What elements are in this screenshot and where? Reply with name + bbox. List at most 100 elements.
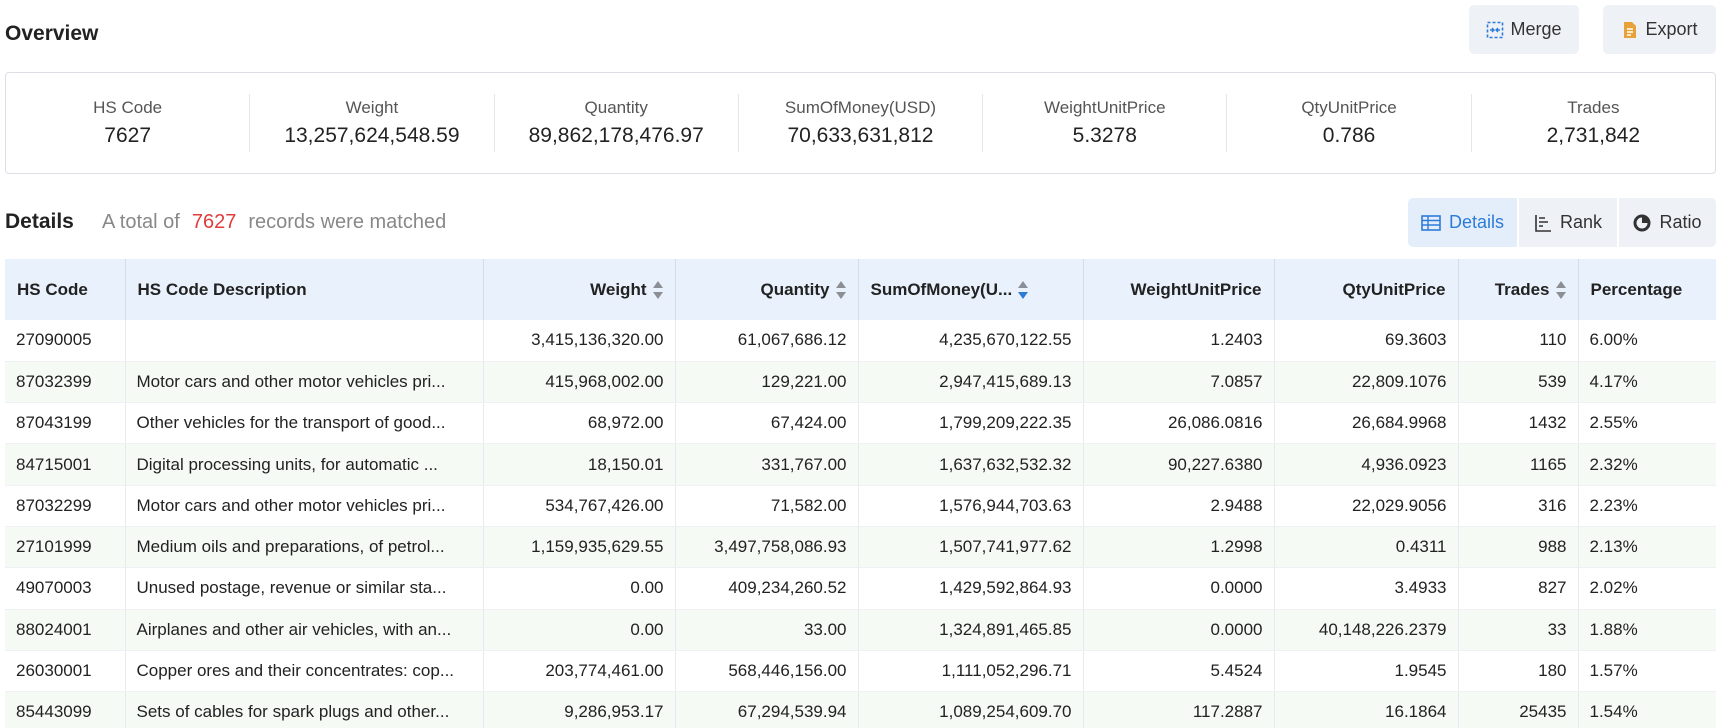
cell-trades: 539 [1458,361,1579,404]
summary-label: Weight [345,98,399,117]
top-bar: Overview Merge Export [0,0,1722,66]
table-row[interactable]: 87043199 Other vehicles for the transpor… [5,402,1716,445]
column-header-percentage: Percentage [1578,259,1716,320]
cell-qty-unit-price: 69.3603 [1274,320,1459,362]
table-row[interactable]: 87032399 Motor cars and other motor vehi… [5,361,1716,404]
sort-icon[interactable] [652,281,663,300]
column-header-hs-code: HS Code [5,259,126,320]
details-title: Details [5,210,74,233]
summary-label: Quantity [584,98,648,117]
table-row[interactable]: 85443099 Sets of cables for spark plugs … [5,691,1716,728]
cell-qty-unit-price: 4,936.0923 [1274,443,1459,486]
table-row[interactable]: 87032299 Motor cars and other motor vehi… [5,485,1716,527]
cell-percentage: 2.13% [1578,526,1716,569]
view-rank-label: Rank [1559,212,1603,232]
cell-sum-of-money: 1,324,891,465.85 [858,609,1084,651]
records-prefix: A total of [102,211,180,233]
cell-description: Motor cars and other motor vehicles pri.… [125,485,484,527]
view-details-label: Details [1448,212,1505,232]
column-header-weight-unit-price: WeightUnitPrice [1083,259,1275,320]
cell-trades: 33 [1458,609,1579,651]
details-table: HS Code HS Code Description Weight Quant… [5,259,1716,728]
table-row[interactable]: 27101999 Medium oils and preparations, o… [5,526,1716,569]
summary-label: SumOfMoney(USD) [784,98,937,117]
cell-qty-unit-price: 3.4933 [1274,567,1459,610]
cell-hs-code: 49070003 [5,567,126,610]
cell-weight-unit-price: 0.0000 [1083,609,1275,651]
cell-weight-unit-price: 5.4524 [1083,650,1275,693]
cell-weight-unit-price: 7.0857 [1083,361,1275,404]
summary-qty-unit-price: QtyUnitPrice 0.786 [1227,94,1472,152]
sort-icon[interactable] [1555,281,1566,300]
export-button[interactable]: Export [1603,5,1716,54]
records-suffix: records were matched [248,211,447,233]
table-row[interactable]: 27090005 3,415,136,320.00 61,067,686.12 … [5,320,1716,362]
table-row[interactable]: 26030001 Copper ores and their concentra… [5,650,1716,693]
cell-weight: 9,286,953.17 [483,691,676,728]
cell-trades: 1432 [1458,402,1579,445]
view-details-button[interactable]: Details [1408,198,1517,247]
cell-percentage: 1.54% [1578,691,1716,728]
cell-qty-unit-price: 16.1864 [1274,691,1459,728]
cell-quantity: 33.00 [675,609,859,651]
table-row[interactable]: 49070003 Unused postage, revenue or simi… [5,567,1716,610]
cell-sum-of-money: 1,429,592,864.93 [858,567,1084,610]
cell-description: Sets of cables for spark plugs and other… [125,691,484,728]
table-row[interactable]: 88024001 Airplanes and other air vehicle… [5,609,1716,651]
cell-quantity: 568,446,156.00 [675,650,859,693]
view-ratio-label: Ratio [1659,212,1702,232]
cell-qty-unit-price: 40,148,226.2379 [1274,609,1459,651]
cell-trades: 25435 [1458,691,1579,728]
cell-weight-unit-price: 1.2998 [1083,526,1275,569]
merge-button[interactable]: Merge [1469,5,1579,54]
cell-hs-code: 84715001 [5,443,126,486]
cell-weight-unit-price: 2.9488 [1083,485,1275,527]
records-count: 7627 [191,211,237,233]
sort-desc-icon[interactable] [1018,281,1029,300]
summary-quantity: Quantity 89,862,178,476.97 [495,94,739,152]
export-icon [1624,21,1637,38]
merge-label: Merge [1510,19,1562,39]
cell-percentage: 1.88% [1578,609,1716,651]
summary-value: 89,862,178,476.97 [528,124,704,147]
cell-weight: 1,159,935,629.55 [483,526,676,569]
cell-percentage: 1.57% [1578,650,1716,693]
cell-hs-code: 87032299 [5,485,126,527]
summary-value: 13,257,624,548.59 [284,124,460,147]
summary-weight-unit-price: WeightUnitPrice 5.3278 [983,94,1228,152]
cell-description: Digital processing units, for automatic … [125,443,484,486]
column-header-sum-of-money[interactable]: SumOfMoney(U... [858,259,1084,320]
cell-weight: 0.00 [483,609,676,651]
rank-icon [1535,214,1551,232]
cell-qty-unit-price: 22,809.1076 [1274,361,1459,404]
cell-percentage: 2.32% [1578,443,1716,486]
view-ratio-button[interactable]: Ratio [1619,198,1716,247]
table-body: 27090005 3,415,136,320.00 61,067,686.12 … [5,320,1716,728]
column-header-trades[interactable]: Trades [1458,259,1579,320]
summary-sum-of-money: SumOfMoney(USD) 70,633,631,812 [739,94,984,152]
summary-label: WeightUnitPrice [1043,98,1166,117]
summary-label: QtyUnitPrice [1301,98,1397,117]
cell-sum-of-money: 4,235,670,122.55 [858,320,1084,362]
summary-weight: Weight 13,257,624,548.59 [250,94,495,152]
cell-quantity: 3,497,758,086.93 [675,526,859,569]
summary-value: 70,633,631,812 [787,124,934,147]
cell-quantity: 331,767.00 [675,443,859,486]
cell-weight: 203,774,461.00 [483,650,676,693]
table-row[interactable]: 84715001 Digital processing units, for a… [5,443,1716,486]
cell-weight-unit-price: 90,227.6380 [1083,443,1275,486]
cell-sum-of-money: 1,507,741,977.62 [858,526,1084,569]
cell-sum-of-money: 1,111,052,296.71 [858,650,1084,693]
cell-description: Airplanes and other air vehicles, with a… [125,609,484,651]
cell-weight-unit-price: 117.2887 [1083,691,1275,728]
column-header-quantity[interactable]: Quantity [675,259,859,320]
column-header-description: HS Code Description [125,259,484,320]
column-header-weight[interactable]: Weight [483,259,676,320]
cell-weight: 415,968,002.00 [483,361,676,404]
sort-icon[interactable] [835,281,846,300]
cell-trades: 988 [1458,526,1579,569]
view-rank-button[interactable]: Rank [1519,198,1617,247]
cell-percentage: 2.23% [1578,485,1716,527]
cell-sum-of-money: 1,799,209,222.35 [858,402,1084,445]
page-title: Overview [5,22,99,45]
